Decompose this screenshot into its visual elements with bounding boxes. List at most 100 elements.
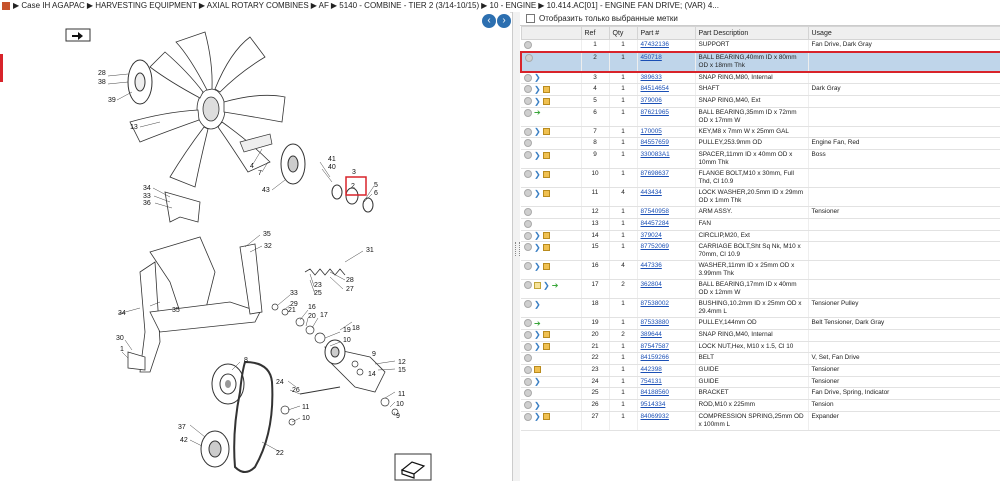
table-row[interactable]: ❯ 18 1 87538002 BUSHING,10.2mm ID x 25mm OD … xyxy=(521,298,1000,319)
part-number-link[interactable]: 84514654 xyxy=(641,85,669,92)
table-row[interactable]: ❯ 27 1 84069932 COMPRESSION SPRING,25mm OD x… xyxy=(521,411,1000,431)
select-radio-icon[interactable] xyxy=(524,108,532,117)
part-number-link[interactable]: 447336 xyxy=(641,262,662,269)
select-radio-icon[interactable] xyxy=(524,127,532,136)
select-radio-icon[interactable] xyxy=(524,412,532,421)
diagram-callout[interactable]: 31 xyxy=(366,247,374,254)
select-radio-icon[interactable] xyxy=(524,281,532,290)
select-radio-icon[interactable] xyxy=(524,151,532,160)
diagram-callout[interactable]: 16 xyxy=(308,304,316,311)
breadcrumb-item[interactable]: ▶ AXIAL ROTARY COMBINES xyxy=(199,1,309,10)
table-row[interactable]: ❯ 9 1 330083A1 SPACER,11mm ID x 40mm OD x 10… xyxy=(521,149,1000,170)
diagram-callout[interactable]: 10 xyxy=(343,337,351,344)
next-diagram-button[interactable]: › xyxy=(497,14,511,28)
select-radio-icon[interactable] xyxy=(524,219,532,228)
table-row[interactable]: 1 1 47432136 SUPPORT Fan Drive, Dark Gray xyxy=(521,39,1000,53)
part-number-link[interactable]: 87540958 xyxy=(641,208,669,215)
diagram-callout[interactable]: 33 xyxy=(143,193,151,200)
substitute-icon[interactable]: ❯ xyxy=(534,151,541,159)
col-qty[interactable]: Qty xyxy=(608,26,638,40)
part-number-link[interactable]: 47432136 xyxy=(641,41,669,48)
part-number-link[interactable]: 754131 xyxy=(641,378,662,385)
diagram-callout[interactable]: 26 xyxy=(292,387,300,394)
substitute-icon[interactable]: ❯ xyxy=(534,243,541,251)
substitute-icon[interactable]: ❯ xyxy=(543,281,550,289)
diagram-callout[interactable]: 19 xyxy=(343,327,351,334)
select-radio-icon[interactable] xyxy=(524,208,532,217)
diagram-callout[interactable]: 35 xyxy=(172,307,180,314)
diagram-callout[interactable]: 5 xyxy=(374,182,378,189)
diagram-callout[interactable]: 1 xyxy=(120,346,124,353)
part-number-link[interactable]: 87533880 xyxy=(641,319,669,326)
diagram-callout[interactable]: 28 xyxy=(346,277,354,284)
diagram-callout[interactable]: 21 xyxy=(288,307,296,314)
table-row[interactable]: ❯ 4 1 84514654 SHAFT Dark Gray xyxy=(521,83,1000,97)
part-number-link[interactable]: 84159266 xyxy=(641,354,669,361)
select-radio-icon[interactable] xyxy=(524,300,532,309)
part-number-link[interactable]: 442398 xyxy=(641,366,662,373)
substitute-icon[interactable]: ❯ xyxy=(534,232,541,240)
select-radio-icon[interactable] xyxy=(524,377,532,386)
part-number-link[interactable]: 379024 xyxy=(641,232,662,239)
part-number-link[interactable]: 443434 xyxy=(641,189,662,196)
breadcrumb-item[interactable]: ▶ 10.414.AC[01] - ENGINE FAN DRIVE; (VAR… xyxy=(538,1,719,10)
part-number-link[interactable]: 87538002 xyxy=(641,300,669,307)
substitute-icon[interactable]: ❯ xyxy=(534,300,541,308)
kit-box-icon[interactable] xyxy=(542,232,550,239)
part-number-link[interactable]: 362804 xyxy=(641,281,662,288)
part-number-link[interactable]: 84457284 xyxy=(641,220,669,227)
diagram-callout[interactable]: 43 xyxy=(262,187,270,194)
select-radio-icon[interactable] xyxy=(524,170,532,179)
col-desc[interactable]: Part Description xyxy=(694,26,809,40)
diagram-callout[interactable]: 4 xyxy=(250,163,254,170)
diagram-callout[interactable]: 34 xyxy=(118,310,126,317)
select-radio-icon[interactable] xyxy=(524,389,532,398)
diagram-callout[interactable]: 18 xyxy=(352,325,360,332)
table-row[interactable]: ❯ 24 1 754131 GUIDE Tensioner xyxy=(521,376,1000,389)
substitute-icon[interactable]: ❯ xyxy=(534,85,541,93)
part-number-link[interactable]: 389644 xyxy=(641,331,662,338)
part-number-link[interactable]: 84188560 xyxy=(641,389,669,396)
substitute-icon[interactable]: ❯ xyxy=(534,401,541,409)
select-radio-icon[interactable] xyxy=(524,97,532,106)
diagram-callout[interactable]: 10 xyxy=(396,401,404,408)
breadcrumb-item[interactable]: ▶ AF xyxy=(311,1,329,10)
kit-box-icon[interactable] xyxy=(542,243,550,251)
diagram-callout[interactable]: 3 xyxy=(352,169,356,176)
select-radio-icon[interactable] xyxy=(524,330,532,339)
kit-box-icon[interactable] xyxy=(542,85,550,93)
part-number-link[interactable]: 330083A1 xyxy=(641,151,670,158)
select-radio-icon[interactable] xyxy=(524,319,532,328)
select-radio-icon[interactable] xyxy=(524,139,532,148)
replacement-arrow-icon[interactable]: ➔ xyxy=(534,319,541,327)
diagram-callout[interactable]: 36 xyxy=(143,200,151,207)
table-row[interactable]: 8 1 84557659 PULLEY,253.9mm OD Engine Fan, R… xyxy=(521,137,1000,151)
part-number-link[interactable]: 170005 xyxy=(641,128,662,135)
diagram-callout[interactable]: 15 xyxy=(398,367,406,374)
part-number-link[interactable]: 87547587 xyxy=(641,343,669,350)
diagram-callout[interactable]: 11 xyxy=(398,391,405,398)
replacement-arrow-icon[interactable]: ➔ xyxy=(534,109,541,117)
diagram-callout[interactable]: 35 xyxy=(263,231,271,238)
table-row[interactable]: 22 1 84159266 BELT V, Set, Fan Drive xyxy=(521,352,1000,365)
breadcrumb-item[interactable]: ▶ 10 - ENGINE xyxy=(481,1,536,10)
select-radio-icon[interactable] xyxy=(524,243,532,252)
table-row[interactable]: ❯ 14 1 379024 CIRCLIP,M20, Ext xyxy=(521,230,1000,243)
kit-box-icon[interactable] xyxy=(542,331,550,339)
diagram-callout[interactable]: 28 xyxy=(98,70,106,77)
substitute-icon[interactable]: ❯ xyxy=(534,413,541,421)
diagram-callout[interactable]: 17 xyxy=(320,312,328,319)
diagram-callout[interactable]: 33 xyxy=(290,290,298,297)
table-row[interactable]: ❯ 16 4 447336 WASHER,11mm ID x 25mm OD x 3.9… xyxy=(521,260,1000,281)
diagram-callout[interactable]: 8 xyxy=(244,357,248,364)
select-radio-icon[interactable] xyxy=(524,342,532,351)
diagram-callout[interactable]: 32 xyxy=(264,243,272,250)
col-part[interactable]: Part # xyxy=(636,26,696,40)
diagram-callout[interactable]: 40 xyxy=(328,164,336,171)
part-number-link[interactable]: 389633 xyxy=(641,74,662,81)
select-radio-icon[interactable] xyxy=(524,231,532,240)
table-row[interactable]: ❯ 20 2 389644 SNAP RING,M40, Internal xyxy=(521,329,1000,342)
diagram-callout[interactable]: 34 xyxy=(143,185,151,192)
select-radio-icon[interactable] xyxy=(524,73,532,82)
diagram-callout[interactable]: 41 xyxy=(328,156,336,163)
